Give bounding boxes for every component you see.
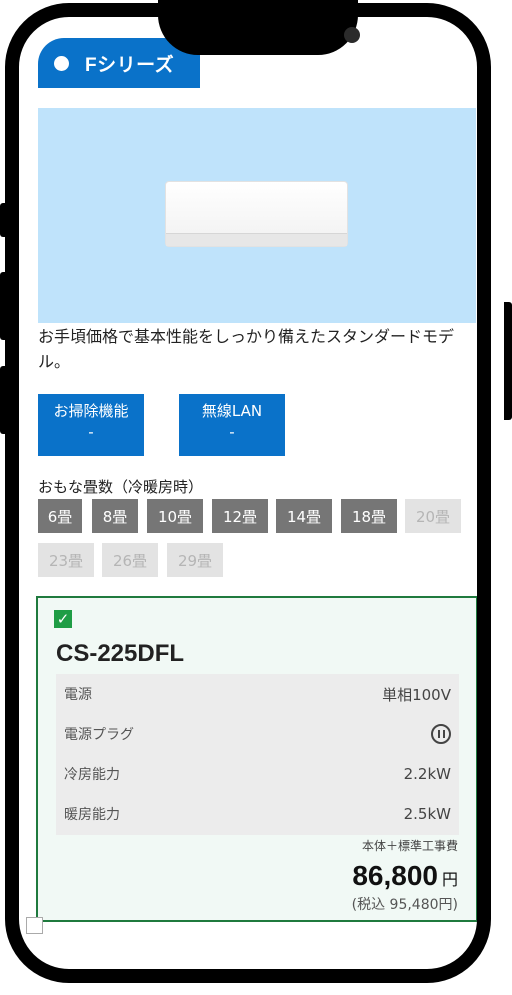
series-description: お手頃価格で基本性能をしっかり備えたスタンダードモデル。: [38, 327, 455, 371]
phone-notch: [158, 0, 360, 55]
feature-label: 無線LAN: [201, 402, 263, 420]
camera-icon: [344, 27, 360, 43]
side-button-left-3: [0, 366, 8, 434]
spec-row-heating: 暖房能力 2.5kW: [56, 794, 459, 834]
side-button-right: [504, 302, 512, 420]
spec-row-plug: 電源プラグ: [56, 714, 459, 754]
spec-value: 2.5kW: [403, 805, 451, 823]
model-number: CS-225DFL: [56, 640, 185, 667]
spec-row-cooling: 冷房能力 2.2kW: [56, 754, 459, 794]
price-value: 86,800: [352, 860, 438, 891]
side-button-left-2: [0, 272, 8, 340]
tatami-title: おもな畳数（冷暖房時）: [38, 478, 204, 496]
spec-key: 電源プラグ: [64, 727, 134, 743]
next-product-checkbox[interactable]: [26, 917, 43, 934]
spec-value: 単相100V: [382, 685, 451, 704]
tatami-chip: 26畳: [102, 543, 158, 577]
spec-value: 2.2kW: [403, 765, 451, 783]
product-image: [38, 108, 476, 323]
tatami-chip[interactable]: 6畳: [38, 499, 82, 533]
install-note: 本体＋標準工事費: [361, 839, 458, 853]
tatami-chip: 20畳: [405, 499, 461, 533]
spec-row-power: 電源 単相100V: [56, 674, 459, 714]
feature-cleaning: お掃除機能 -: [38, 394, 144, 456]
tatami-chip: 29畳: [167, 543, 223, 577]
series-label: Fシリーズ: [85, 54, 175, 76]
bullet-dot-icon: [54, 55, 69, 71]
tatami-chip[interactable]: 14畳: [276, 499, 332, 533]
product-card-selected[interactable]: ✓ CS-225DFL 電源 単相100V 電源プラグ 冷房能力 2.2kW 暖…: [36, 596, 478, 922]
air-conditioner-illustration: [165, 181, 348, 247]
spec-key: 暖房能力: [64, 807, 120, 823]
tax-included-price: (税込 95,480円): [351, 897, 458, 913]
spec-table: 電源 単相100V 電源プラグ 冷房能力 2.2kW 暖房能力 2.5kW: [56, 674, 459, 835]
feature-label: お掃除機能: [53, 402, 129, 420]
price: 86,800 円: [352, 860, 458, 892]
side-button-left-1: [0, 203, 8, 237]
tatami-chip[interactable]: 12畳: [212, 499, 268, 533]
tatami-chip[interactable]: 18畳: [341, 499, 397, 533]
tatami-chip[interactable]: 8畳: [92, 499, 138, 533]
feature-wireless-lan: 無線LAN -: [179, 394, 285, 456]
check-icon[interactable]: ✓: [54, 610, 72, 628]
feature-value: -: [88, 423, 94, 441]
spec-key: 冷房能力: [64, 767, 120, 783]
phone-mockup: Fシリーズ お手頃価格で基本性能をしっかり備えたスタンダードモデル。 お掃除機能…: [0, 0, 512, 995]
feature-value: -: [229, 423, 235, 441]
power-plug-icon: [431, 724, 451, 744]
screen: Fシリーズ お手頃価格で基本性能をしっかり備えたスタンダードモデル。 お掃除機能…: [27, 18, 485, 972]
tatami-chip[interactable]: 10畳: [147, 499, 203, 533]
tatami-chip: 23畳: [38, 543, 94, 577]
price-unit: 円: [441, 872, 458, 889]
spec-key: 電源: [64, 687, 92, 703]
